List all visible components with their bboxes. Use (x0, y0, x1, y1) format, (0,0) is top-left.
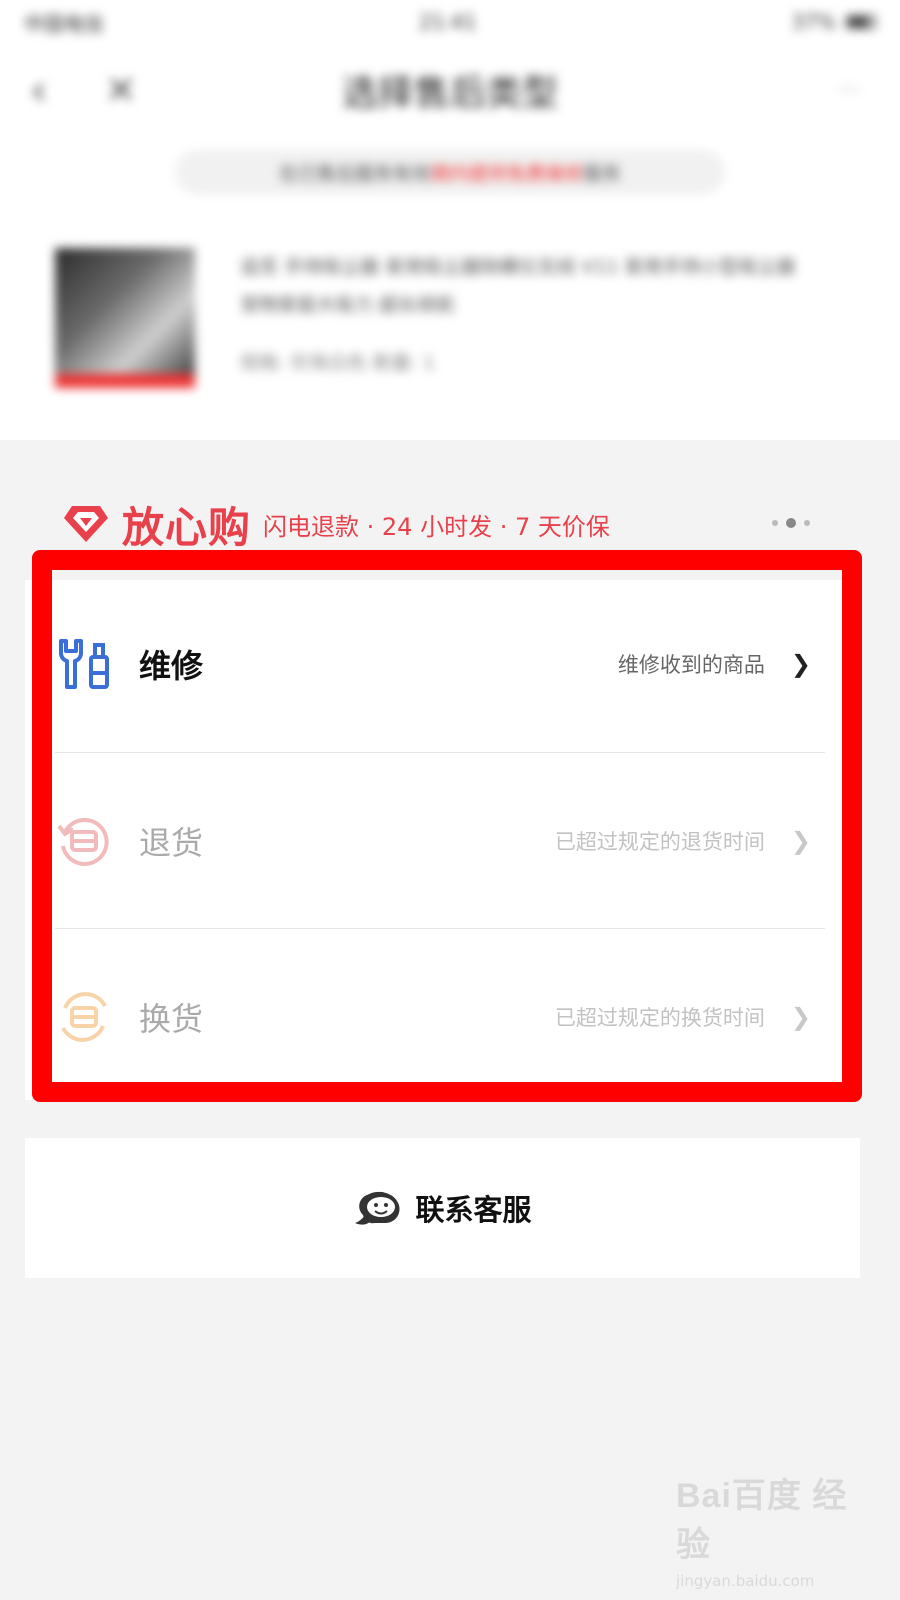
product-title: 追觅 手持吸尘器 家用吸尘器除螨仪无线 V11 家用手持小型吸尘器 宠物家庭大吸… (240, 256, 796, 316)
baidu-jingyan-watermark: Bai百度 经验 jingyan.baidu.com (676, 1468, 856, 1590)
assurance-banner: 放心购 闪电退款 · 24 小时发 · 7 天价保 (60, 496, 840, 552)
wrench-icon (55, 635, 113, 693)
assurance-title: 放心购 (122, 502, 252, 552)
option-return[interactable]: 退货 已超过规定的退货时间 ❯ (55, 753, 825, 929)
watermark-logo: Bai百度 经验 (676, 1477, 848, 1564)
notice-text-before: 在已售后服务有效 (278, 162, 431, 185)
carousel-dot (804, 520, 810, 526)
status-bar: 中国电信 21:41 37% (0, 0, 900, 44)
option-repair[interactable]: 维修 维修收到的商品 ❯ (55, 576, 825, 752)
chevron-right-icon: ❯ (790, 1003, 811, 1031)
heart-diamond-icon (64, 506, 108, 542)
option-label: 维修 (139, 647, 204, 685)
chevron-right-icon: ❯ (790, 827, 811, 855)
chat-bubble-icon (355, 1191, 401, 1225)
status-right: 37% (792, 10, 876, 34)
product-spec: 规格: 珍珠白色 数量: 1 (240, 352, 436, 374)
more-button[interactable]: ··· (839, 78, 860, 103)
page-title: 选择售后类型 (341, 73, 558, 114)
clock-label: 21:41 (418, 10, 477, 34)
contact-service-label: 联系客服 (415, 1193, 532, 1227)
option-description: 已超过规定的换货时间 (554, 1006, 765, 1030)
contact-service-button[interactable]: 联系客服 (25, 1138, 860, 1278)
exchange-box-icon (55, 988, 113, 1046)
return-box-icon (55, 812, 113, 870)
carousel-dots (772, 518, 810, 528)
option-label: 换货 (139, 1000, 204, 1038)
chevron-right-icon: ❯ (790, 650, 811, 678)
carrier-label: 中国电信 (24, 11, 104, 36)
battery-icon (846, 15, 876, 29)
notice-text-highlight: 期内提供免费维修 (430, 162, 583, 185)
product-card[interactable]: 追觅 手持吸尘器 家用吸尘器除螨仪无线 V11 家用手持小型吸尘器 宠物家庭大吸… (55, 248, 855, 388)
option-label: 退货 (139, 824, 204, 862)
battery-percent: 37% (791, 10, 836, 34)
nav-bar: ‹ ✕ 选择售后类型 ··· (0, 60, 900, 120)
option-description: 已超过规定的退货时间 (554, 830, 765, 854)
option-description: 维修收到的商品 (617, 653, 765, 677)
carousel-dot (772, 520, 778, 526)
assurance-subtitle: 闪电退款 · 24 小时发 · 7 天价保 (263, 512, 610, 541)
option-exchange[interactable]: 换货 已超过规定的换货时间 ❯ (55, 929, 825, 1105)
notice-text-after: 服务 (583, 162, 622, 185)
notice-banner: 在已售后服务有效 期内提供免费维修 服务 (175, 150, 725, 194)
carousel-dot-active (786, 518, 796, 528)
product-thumbnail (55, 248, 195, 388)
watermark-url: jingyan.baidu.com (676, 1572, 815, 1590)
